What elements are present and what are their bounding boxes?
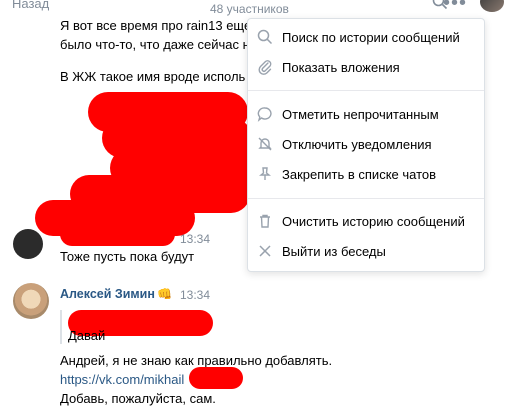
message-text: было что-то, что даже сейчас н <box>60 37 250 52</box>
menu-divider <box>248 90 484 91</box>
menu-item-label: Показать вложения <box>282 59 400 75</box>
avatar[interactable] <box>13 229 43 259</box>
menu-item-search-history[interactable]: Поиск по истории сообщений <box>248 22 484 52</box>
menu-item-label: Отметить непрочитанным <box>282 106 439 122</box>
message-link[interactable]: https://vk.com/mikhail <box>60 372 184 387</box>
message-text: В ЖЖ такое имя вроде исполь <box>60 69 246 84</box>
message-time: 13:34 <box>180 232 211 246</box>
pin-icon <box>256 165 274 183</box>
bell-off-icon <box>256 135 274 153</box>
menu-item-mark-unread[interactable]: Отметить непрочитанным <box>248 99 484 129</box>
quote-text: Давай <box>68 328 106 343</box>
menu-item-label: Закрепить в списке чатов <box>282 166 437 182</box>
menu-divider <box>248 198 484 199</box>
menu-item-clear-history[interactable]: Очистить историю сообщений <box>248 206 484 236</box>
chat-header: Назад 48 участников ••• <box>0 0 528 18</box>
message-text: Я вот все время про rain13 еще <box>60 18 252 33</box>
paperclip-icon <box>256 58 274 76</box>
menu-item-label: Отключить уведомления <box>282 136 432 152</box>
redaction-mark <box>60 222 175 246</box>
menu-item-label: Очистить историю сообщений <box>282 213 465 229</box>
trash-icon <box>256 212 274 230</box>
message-text: Тоже пусть пока будут <box>60 249 195 264</box>
close-icon <box>256 242 274 260</box>
quote-bar <box>60 310 62 344</box>
menu-item-label: Поиск по истории сообщений <box>282 29 460 45</box>
menu-item-pin-chat[interactable]: Закрепить в списке чатов <box>248 159 484 189</box>
redaction-mark <box>189 367 243 389</box>
message-text: Добавь, пожалуйста, сам. <box>60 391 216 406</box>
message-text: Андрей, я не знаю как правильно добавлят… <box>60 353 333 368</box>
back-link[interactable]: Назад <box>12 0 49 11</box>
message-time: 13:34 <box>180 288 211 302</box>
chat-avatar[interactable] <box>480 0 504 12</box>
menu-item-mute-notifications[interactable]: Отключить уведомления <box>248 129 484 159</box>
chat-bubble-icon <box>256 105 274 123</box>
search-icon <box>256 28 274 46</box>
more-icon[interactable]: ••• <box>443 0 467 15</box>
members-count[interactable]: 48 участников <box>210 2 289 16</box>
avatar[interactable] <box>13 283 49 319</box>
menu-item-show-attachments[interactable]: Показать вложения <box>248 52 484 82</box>
menu-item-label: Выйти из беседы <box>282 243 386 259</box>
author-name[interactable]: Алексей Зимин <box>60 287 155 301</box>
menu-item-leave-chat[interactable]: Выйти из беседы <box>248 236 484 266</box>
chat-actions-menu: Поиск по истории сообщений Показать влож… <box>247 18 485 272</box>
status-emoji: 👊 <box>157 287 172 301</box>
